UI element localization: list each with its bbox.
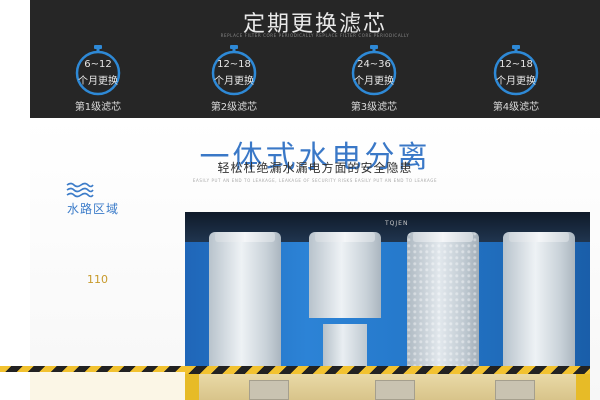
stopwatch-icon: [351, 45, 397, 96]
canister-body: [309, 232, 381, 318]
filter-stage-label: 第2级滤芯: [210, 102, 258, 113]
pipe-fitting: [249, 380, 289, 400]
hazard-stripe: [185, 366, 590, 374]
replacement-banner: 定期更换滤芯 REPLACE FILTER CORE PERIODICALLY …: [30, 0, 600, 118]
timer-range: 12~18: [499, 59, 533, 70]
timer-unit: 个月更换: [214, 76, 254, 87]
filter-timer-4: 12~18 个月更换 第4级滤芯: [470, 44, 562, 116]
filter-canister-4: [503, 232, 575, 366]
filter-canister-1: [209, 232, 281, 366]
timer-range: 6~12: [84, 59, 112, 70]
timer-unit: 个月更换: [78, 76, 118, 87]
stopwatch-icon: [493, 45, 539, 96]
canister-cap: [315, 232, 375, 242]
canister-cap: [509, 232, 569, 242]
filter-canister-3: [407, 232, 479, 366]
water-waves-icon: [66, 182, 94, 198]
pipe-fitting: [495, 380, 535, 400]
filter-timer-1: 6~12 个月更换 第1级滤芯: [52, 44, 144, 116]
filter-stage-label: 第4级滤芯: [492, 102, 540, 113]
filter-timer-3: 24~36 个月更换 第3级滤芯: [328, 44, 420, 116]
canister-stem: [323, 324, 367, 366]
timer-range: 24~36: [357, 59, 391, 70]
section-tagline: 轻松杜绝漏水漏电方面的安全隐患: [217, 161, 413, 175]
stopwatch-icon: [211, 45, 257, 96]
timer-unit: 个月更换: [496, 76, 536, 87]
pipe-fitting: [375, 380, 415, 400]
electric-zone-floor: [30, 372, 185, 400]
frame-post: [185, 374, 199, 400]
banner-caption: REPLACE FILTER CORE PERIODICALLY REPLACE…: [220, 33, 410, 38]
frame-post: [576, 374, 590, 400]
filter-stage-label: 第3级滤芯: [350, 102, 398, 113]
filter-canister-2: [309, 232, 381, 366]
brand-logo: TQJEN: [385, 220, 409, 227]
filter-timer-2: 12~18 个月更换 第2级滤芯: [188, 44, 280, 116]
filter-stage-label: 第1级滤芯: [74, 102, 122, 113]
canister-cap: [413, 232, 473, 242]
timer-unit: 个月更换: [354, 76, 394, 87]
timer-range: 12~18: [217, 59, 251, 70]
purifier-cutaway: TQJEN: [185, 212, 590, 400]
section-caption: EASILY PUT AN END TO LEAKAGE, LEAKAGE OF…: [192, 178, 438, 183]
canister-cap: [215, 232, 275, 242]
water-zone-label: 水路区域: [66, 202, 119, 216]
electric-zone: [185, 374, 590, 400]
partial-zone-label: 110: [87, 273, 108, 286]
stopwatch-icon: [75, 45, 121, 96]
